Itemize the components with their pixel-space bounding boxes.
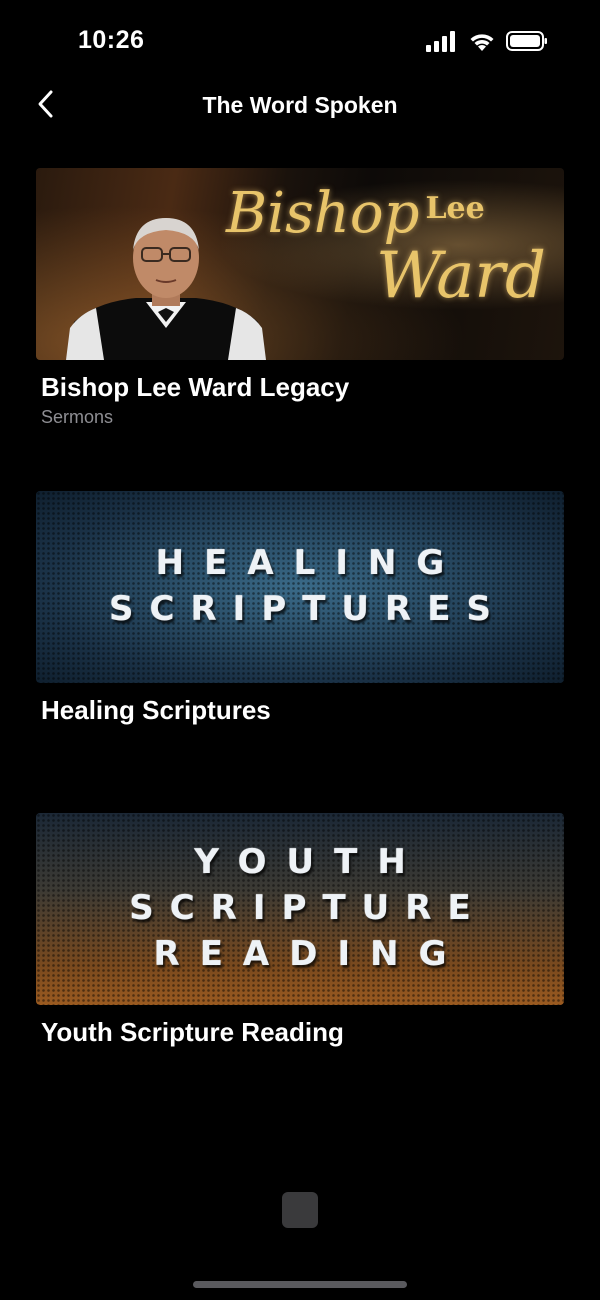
wifi-icon (468, 30, 496, 57)
card-subtitle: Sermons (41, 407, 114, 427)
card-title: Youth Scripture Reading (41, 1017, 344, 1047)
bishop-script-logo: Bishop Lee Ward (226, 181, 546, 313)
banner-line: SCRIPTURES (109, 589, 507, 629)
banner-line: YOUTH (194, 842, 426, 883)
collection-card-bishop-lee-ward[interactable]: Bishop Lee Ward Bishop Lee Ward Legacy Se… (36, 168, 564, 428)
mini-player-placeholder[interactable] (282, 1192, 318, 1228)
page-title: The Word Spoken (202, 92, 398, 118)
card-title: Bishop Lee Ward Legacy (41, 372, 350, 402)
banner-line: SCRIPTURE (129, 888, 487, 929)
home-indicator[interactable] (193, 1281, 407, 1288)
banner-line: READING (153, 933, 467, 974)
collection-card-healing-scriptures[interactable]: HEALING SCRIPTURES Healing Scriptures (36, 491, 564, 726)
cellular-signal-icon (426, 30, 458, 57)
healing-scriptures-banner: HEALING SCRIPTURES (36, 491, 564, 683)
battery-icon (506, 30, 548, 57)
status-bar: 10:26 (0, 0, 600, 80)
youth-scripture-reading-banner: YOUTH SCRIPTURE READING (36, 813, 564, 1005)
bishop-lee-ward-banner: Bishop Lee Ward (36, 168, 564, 360)
banner-line: HEALING (155, 543, 465, 584)
navigation-bar: The Word Spoken (0, 80, 600, 132)
collection-card-youth-scripture-reading[interactable]: YOUTH SCRIPTURE READING Youth Scripture … (36, 813, 564, 1048)
status-icons (426, 30, 548, 57)
card-title: Healing Scriptures (41, 695, 271, 725)
status-time: 10:26 (78, 26, 145, 54)
